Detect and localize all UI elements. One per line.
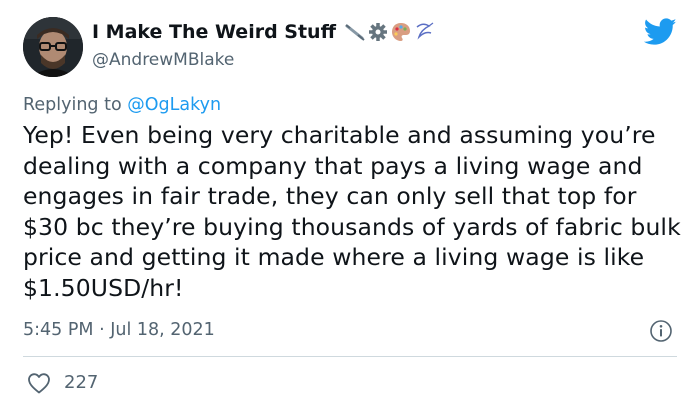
tweet-timestamp[interactable]: 5:45 PM · Jul 18, 2021	[23, 320, 215, 340]
replying-to: Replying to @OgLakyn	[23, 95, 221, 115]
replying-to-prefix: Replying to	[23, 95, 122, 115]
divider	[23, 356, 677, 357]
avatar-image	[23, 17, 83, 77]
info-icon[interactable]	[649, 319, 673, 343]
user-handle[interactable]: @AndrewMBlake	[92, 50, 234, 70]
avatar[interactable]	[23, 17, 83, 77]
replying-to-mention[interactable]: @OgLakyn	[127, 95, 221, 115]
palette-emoji	[391, 23, 410, 41]
syringe-emoji	[345, 24, 365, 41]
display-name[interactable]: I Make The Weird Stuff	[92, 21, 435, 43]
display-name-text: I Make The Weird Stuff	[92, 21, 336, 43]
twitter-bird-icon[interactable]	[644, 17, 677, 47]
tweet-text: Yep! Even being very charitable and assu…	[23, 121, 681, 302]
gear-emoji	[368, 23, 387, 41]
name-emojis	[344, 21, 435, 43]
thread-emoji	[416, 22, 434, 40]
heart-icon[interactable]	[27, 372, 51, 394]
like-count: 227	[64, 372, 99, 393]
